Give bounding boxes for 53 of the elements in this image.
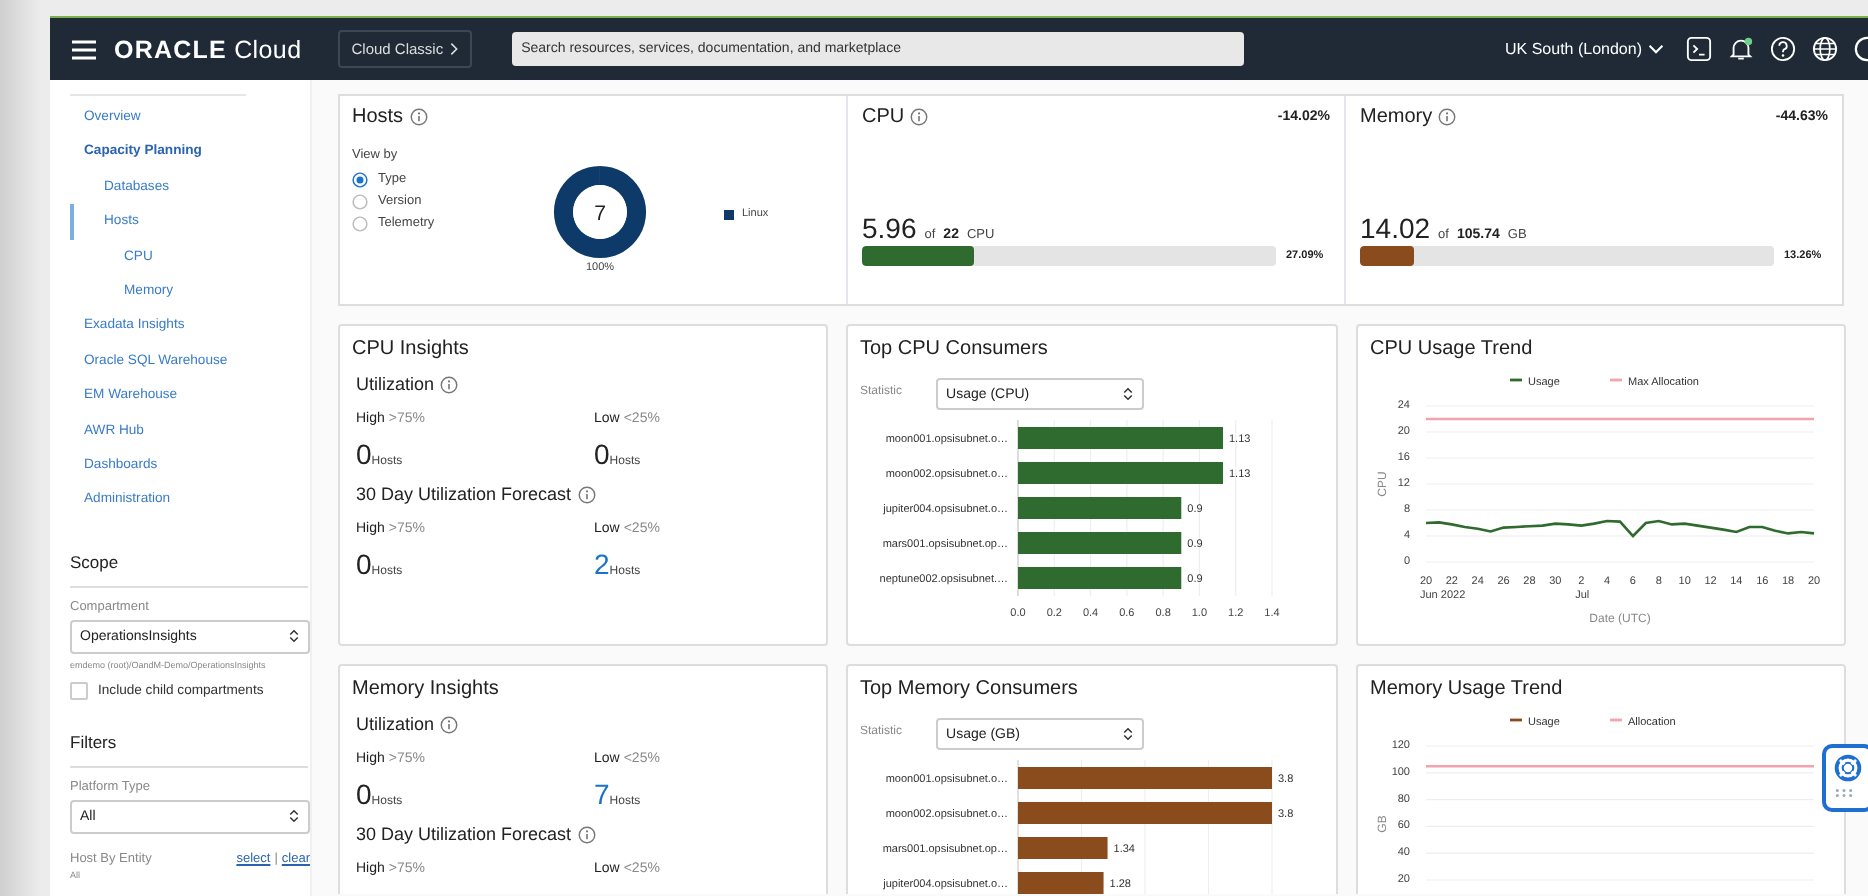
info-icon[interactable] bbox=[409, 108, 428, 126]
metric-value: 14.02 bbox=[1360, 212, 1431, 244]
host-count: 0 bbox=[356, 548, 372, 580]
logo-text[interactable]: ORACLE Cloud bbox=[114, 35, 302, 63]
card-title: CPU Usage Trend bbox=[1370, 338, 1535, 360]
info-icon[interactable] bbox=[577, 825, 596, 843]
group-title: 30 Day Utilization Forecast bbox=[356, 484, 572, 504]
host-count[interactable]: 2 bbox=[594, 548, 610, 580]
card-title: Memory Usage Trend bbox=[1370, 678, 1565, 700]
section-heading: Scope bbox=[70, 551, 308, 588]
info-icon[interactable] bbox=[577, 485, 596, 503]
group-title: Utilization bbox=[356, 714, 435, 734]
caret-icon bbox=[1648, 44, 1664, 54]
radio-icon[interactable] bbox=[352, 193, 368, 209]
chevron-updown-icon bbox=[288, 628, 300, 645]
host-count[interactable]: 7 bbox=[594, 778, 610, 810]
donut-slice[interactable] bbox=[553, 165, 647, 258]
region-selector[interactable]: UK South (London) bbox=[1505, 40, 1664, 58]
menu-icon[interactable] bbox=[72, 39, 96, 59]
help-widget[interactable] bbox=[1822, 744, 1868, 812]
checkbox[interactable] bbox=[70, 681, 88, 700]
info-icon[interactable] bbox=[440, 375, 459, 393]
card-title: Hosts bbox=[352, 106, 404, 128]
lifebuoy-icon bbox=[1834, 754, 1862, 782]
grip-icon bbox=[1834, 788, 1854, 798]
chevron-updown-icon bbox=[1122, 726, 1135, 742]
host-count: 0 bbox=[594, 438, 610, 470]
radio-icon[interactable] bbox=[352, 215, 368, 231]
card-title: Top CPU Consumers bbox=[860, 338, 1050, 360]
slice-value-label: 7 bbox=[594, 201, 606, 226]
legend-swatch bbox=[724, 209, 734, 219]
card-title: Top Memory Consumers bbox=[860, 678, 1080, 700]
info-icon[interactable] bbox=[440, 715, 459, 733]
metric-value: 5.96 bbox=[862, 212, 917, 244]
chevron-updown-icon bbox=[288, 808, 300, 825]
card-title: Memory bbox=[1360, 106, 1433, 128]
host-count: 0 bbox=[356, 778, 372, 810]
chevron-updown-icon bbox=[1122, 386, 1135, 402]
radio-icon[interactable] bbox=[352, 171, 368, 187]
card-title: CPU bbox=[862, 106, 905, 128]
globe-icon[interactable] bbox=[1812, 36, 1838, 62]
card-title: CPU Insights bbox=[352, 338, 471, 360]
info-icon[interactable] bbox=[1438, 108, 1457, 126]
bell-icon[interactable] bbox=[1728, 36, 1754, 62]
terminal-icon[interactable] bbox=[1686, 36, 1712, 62]
section-heading: Filters bbox=[70, 731, 308, 768]
group-title: Utilization bbox=[356, 374, 435, 394]
help-icon[interactable] bbox=[1770, 36, 1796, 62]
host-count: 0 bbox=[356, 438, 372, 470]
info-icon[interactable] bbox=[910, 108, 929, 126]
group-title: 30 Day Utilization Forecast bbox=[356, 824, 572, 844]
card-title: Memory Insights bbox=[352, 678, 501, 700]
chevron-icon bbox=[449, 42, 458, 56]
